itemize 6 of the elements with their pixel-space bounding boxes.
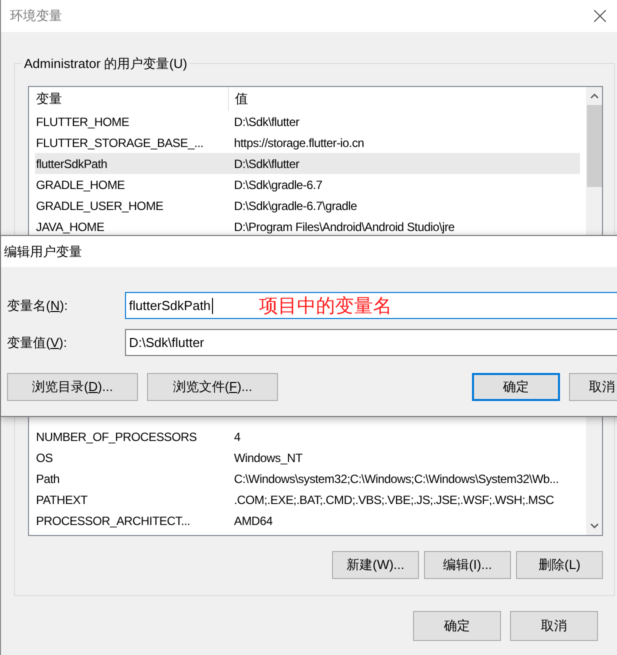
field-label: 变量值(V): xyxy=(7,334,68,352)
group-title: Administrator 的用户变量(U) xyxy=(21,55,190,73)
dialog-title: 编辑用户变量 xyxy=(4,242,82,260)
field-label: 变量名(N): xyxy=(7,296,69,314)
window-title: 环境变量 xyxy=(10,7,62,25)
annotation-text: 项目中的变量名 xyxy=(259,295,392,319)
